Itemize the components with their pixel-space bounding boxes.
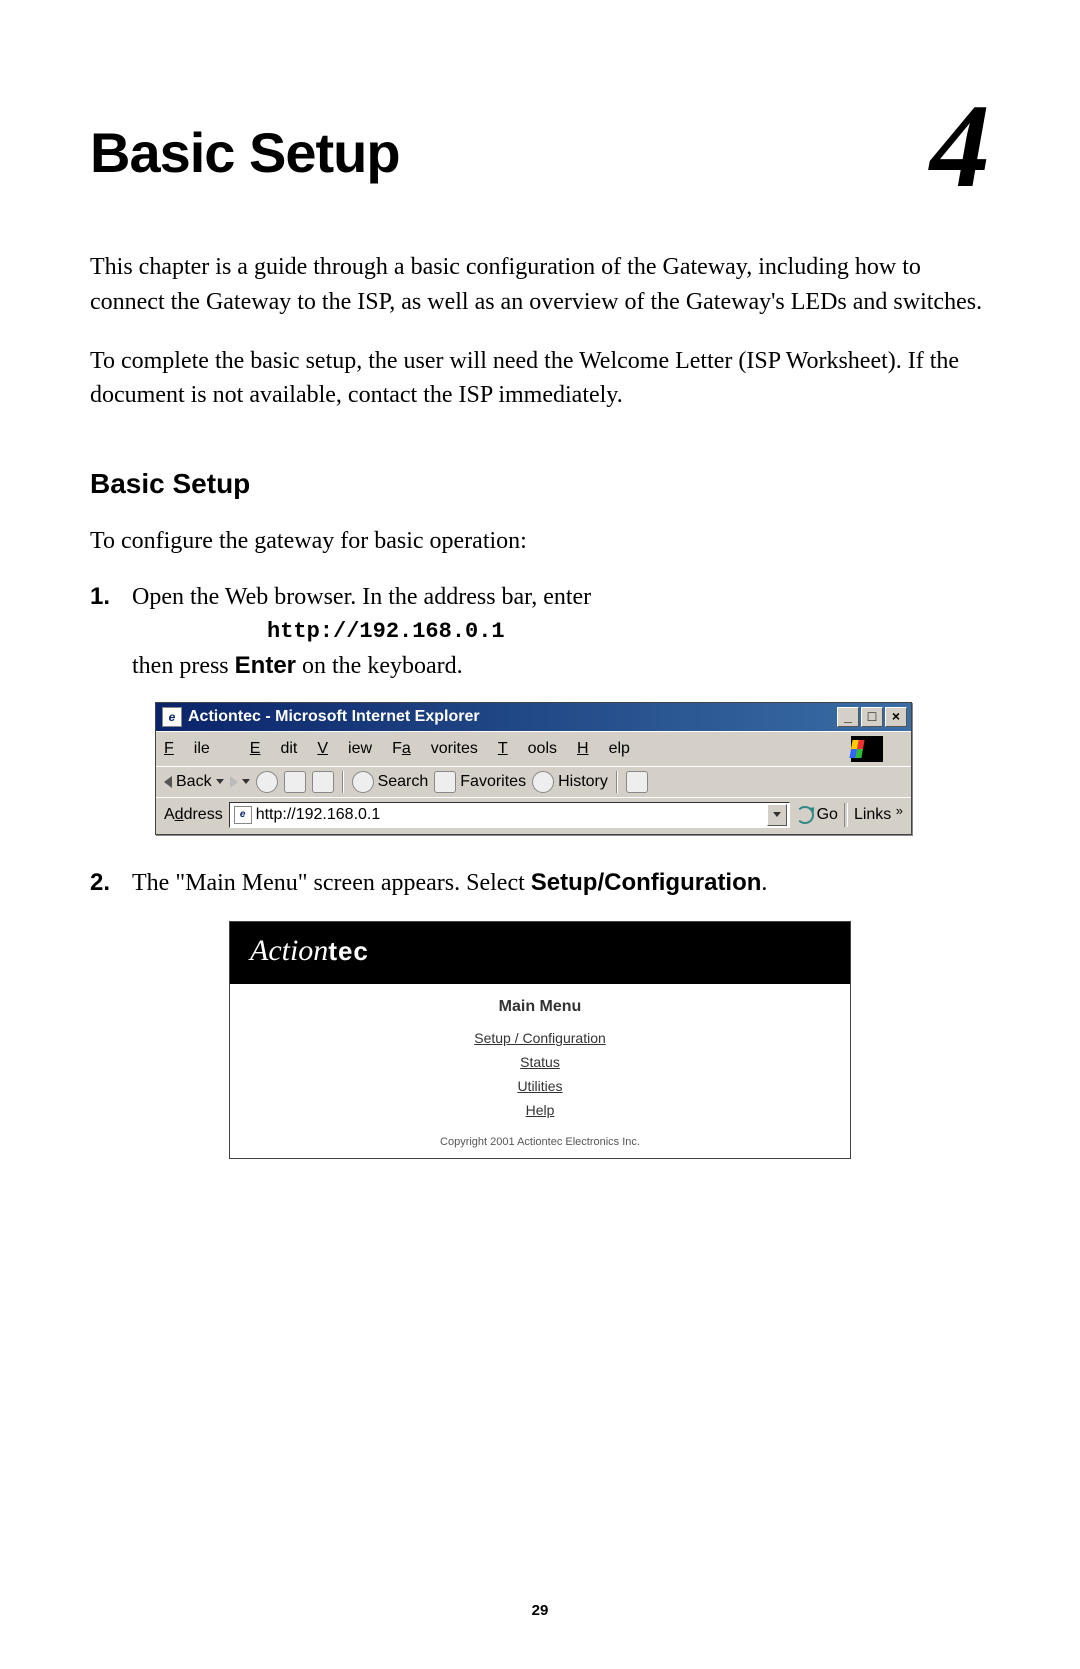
step-1-url: http://192.168.0.1 bbox=[267, 615, 990, 648]
dropdown-arrow-icon bbox=[242, 779, 250, 784]
step-1: 1. Open the Web browser. In the address … bbox=[90, 579, 990, 684]
links-button[interactable]: Links » bbox=[854, 806, 903, 824]
step-2: 2. The "Main Menu" screen appears. Selec… bbox=[90, 865, 990, 901]
step-1-enter: Enter bbox=[235, 652, 296, 679]
search-icon bbox=[352, 771, 374, 793]
step-2-text-b: . bbox=[761, 870, 767, 896]
menu-favorites[interactable]: Favorites bbox=[392, 740, 478, 758]
steps-list: 1. Open the Web browser. In the address … bbox=[90, 579, 990, 684]
throbber-icon bbox=[851, 736, 883, 762]
back-button[interactable]: Back bbox=[164, 773, 224, 791]
favorites-button[interactable]: Favorites bbox=[434, 771, 526, 793]
step-1-line2a: then press bbox=[132, 653, 235, 679]
step-body: Open the Web browser. In the address bar… bbox=[132, 579, 990, 684]
step-body: The "Main Menu" screen appears. Select S… bbox=[132, 865, 990, 901]
back-arrow-icon bbox=[164, 776, 172, 788]
chapter-title: Basic Setup bbox=[90, 120, 400, 185]
menu-bar: File Edit View Favorites Tools Help bbox=[156, 731, 911, 766]
address-input[interactable]: e http://192.168.0.1 bbox=[229, 802, 790, 828]
main-menu-body: Main Menu Setup / Configuration Status U… bbox=[230, 984, 850, 1158]
step-1-line1: Open the Web browser. In the address bar… bbox=[132, 584, 591, 610]
forward-button[interactable] bbox=[230, 776, 250, 788]
step-2-text-a: The "Main Menu" screen appears. Select bbox=[132, 870, 531, 896]
go-arrow-icon bbox=[796, 806, 814, 824]
search-button[interactable]: Search bbox=[352, 771, 429, 793]
menu-file[interactable]: File bbox=[164, 740, 230, 758]
dropdown-arrow-icon bbox=[216, 779, 224, 784]
browser-screenshot: e Actiontec - Microsoft Internet Explore… bbox=[155, 702, 912, 835]
address-dropdown-button[interactable] bbox=[767, 804, 787, 826]
copyright-text: Copyright 2001 Actiontec Electronics Inc… bbox=[230, 1136, 850, 1148]
ie-logo-icon: e bbox=[162, 707, 182, 727]
menu-help[interactable]: Help bbox=[577, 740, 630, 758]
brand-tec: tec bbox=[328, 936, 369, 966]
window-title: Actiontec - Microsoft Internet Explorer bbox=[188, 708, 480, 726]
mail-icon[interactable] bbox=[626, 771, 648, 793]
address-value: http://192.168.0.1 bbox=[256, 806, 381, 824]
step-number: 1. bbox=[90, 579, 132, 684]
window-titlebar: e Actiontec - Microsoft Internet Explore… bbox=[156, 703, 911, 731]
page-icon: e bbox=[234, 806, 252, 824]
separator bbox=[616, 771, 618, 793]
section-heading: Basic Setup bbox=[90, 468, 990, 500]
forward-arrow-icon bbox=[230, 776, 238, 788]
steps-list-2: 2. The "Main Menu" screen appears. Selec… bbox=[90, 865, 990, 901]
document-page: Basic Setup 4 This chapter is a guide th… bbox=[0, 0, 1080, 1669]
stop-icon[interactable] bbox=[256, 771, 278, 793]
close-button[interactable]: × bbox=[885, 707, 907, 727]
go-button[interactable]: Go bbox=[796, 806, 838, 824]
main-menu-title: Main Menu bbox=[230, 998, 850, 1016]
main-menu-screenshot: Actiontec Main Menu Setup / Configuratio… bbox=[229, 921, 851, 1159]
page-number: 29 bbox=[0, 1602, 1080, 1619]
intro-paragraph-2: To complete the basic setup, the user wi… bbox=[90, 344, 990, 414]
menu-edit[interactable]: Edit bbox=[250, 740, 298, 758]
menu-view[interactable]: View bbox=[317, 740, 372, 758]
brand-action: Action bbox=[250, 934, 328, 967]
home-icon[interactable] bbox=[312, 771, 334, 793]
step-1-line2b: on the keyboard. bbox=[296, 653, 463, 679]
section-lead: To configure the gateway for basic opera… bbox=[90, 524, 990, 559]
intro-paragraph-1: This chapter is a guide through a basic … bbox=[90, 250, 990, 320]
menu-tools[interactable]: Tools bbox=[498, 740, 557, 758]
toolbar: Back Search Favorites History bbox=[156, 766, 911, 797]
address-bar-row: Address e http://192.168.0.1 Go Links » bbox=[156, 797, 911, 834]
actiontec-header: Actiontec bbox=[230, 922, 850, 984]
history-button[interactable]: History bbox=[532, 771, 608, 793]
link-status[interactable]: Status bbox=[230, 1054, 850, 1070]
address-label: Address bbox=[164, 806, 223, 824]
step-2-bold: Setup/Configuration bbox=[531, 869, 762, 896]
refresh-icon[interactable] bbox=[284, 771, 306, 793]
chapter-header: Basic Setup 4 bbox=[90, 120, 990, 185]
favorites-icon bbox=[434, 771, 456, 793]
step-number: 2. bbox=[90, 865, 132, 901]
minimize-button[interactable]: _ bbox=[837, 707, 859, 727]
history-icon bbox=[532, 771, 554, 793]
separator bbox=[342, 771, 344, 793]
chapter-number: 4 bbox=[930, 110, 990, 182]
link-help[interactable]: Help bbox=[230, 1102, 850, 1118]
maximize-button[interactable]: □ bbox=[861, 707, 883, 727]
link-utilities[interactable]: Utilities bbox=[230, 1078, 850, 1094]
separator bbox=[844, 803, 848, 827]
link-setup-configuration[interactable]: Setup / Configuration bbox=[230, 1030, 850, 1046]
